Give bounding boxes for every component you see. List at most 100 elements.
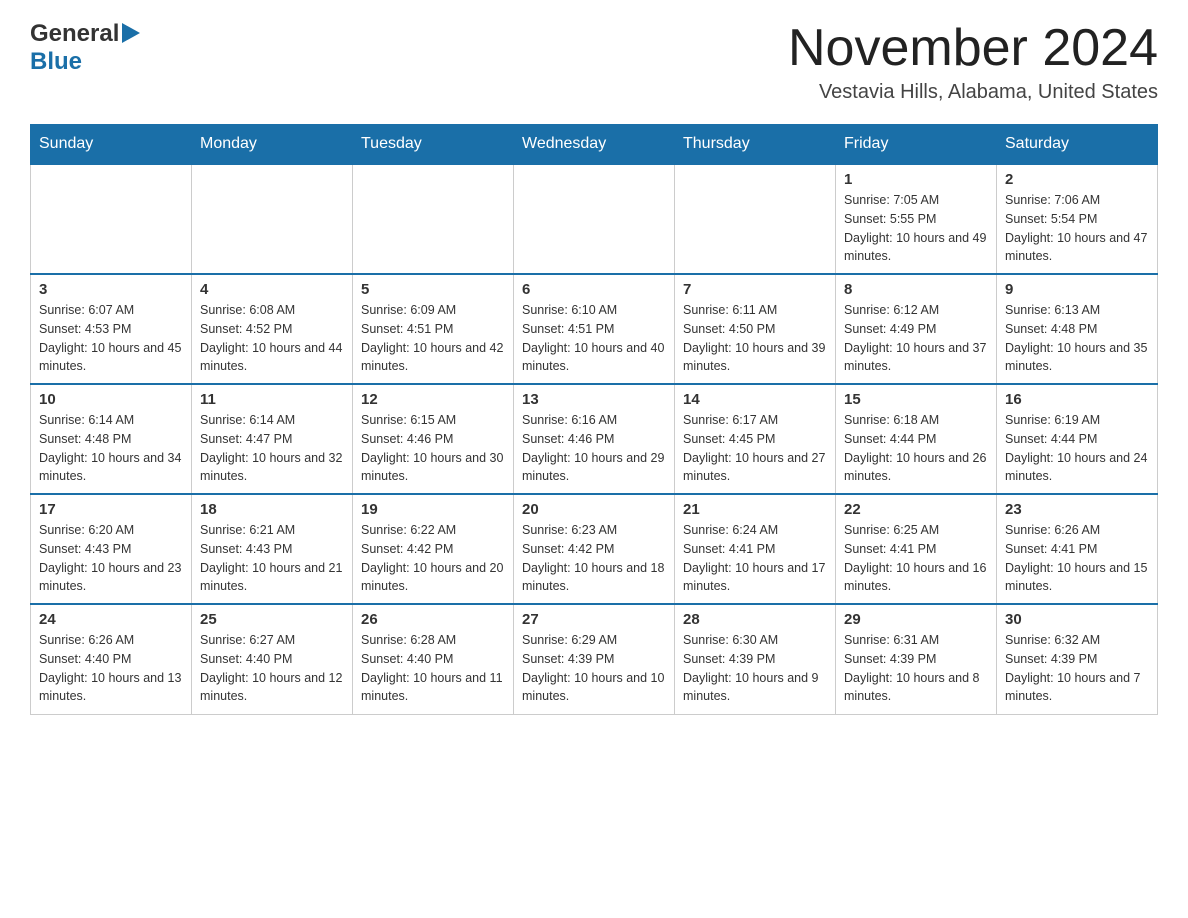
day-number: 28 — [683, 611, 827, 628]
day-info: Sunrise: 6:26 AMSunset: 4:40 PMDaylight:… — [39, 631, 183, 706]
day-info: Sunrise: 6:28 AMSunset: 4:40 PMDaylight:… — [361, 631, 505, 706]
calendar-cell: 14 Sunrise: 6:17 AMSunset: 4:45 PMDayligh… — [675, 384, 836, 494]
calendar-cell: 29 Sunrise: 6:31 AMSunset: 4:39 PMDayligh… — [836, 604, 997, 714]
day-info: Sunrise: 6:13 AMSunset: 4:48 PMDaylight:… — [1005, 301, 1149, 376]
day-info: Sunrise: 6:21 AMSunset: 4:43 PMDaylight:… — [200, 521, 344, 596]
day-number: 16 — [1005, 391, 1149, 408]
day-info: Sunrise: 7:05 AMSunset: 5:55 PMDaylight:… — [844, 191, 988, 266]
calendar-cell: 26 Sunrise: 6:28 AMSunset: 4:40 PMDayligh… — [353, 604, 514, 714]
day-info: Sunrise: 6:23 AMSunset: 4:42 PMDaylight:… — [522, 521, 666, 596]
day-info: Sunrise: 7:06 AMSunset: 5:54 PMDaylight:… — [1005, 191, 1149, 266]
calendar-cell: 25 Sunrise: 6:27 AMSunset: 4:40 PMDayligh… — [192, 604, 353, 714]
calendar-cell — [353, 164, 514, 274]
day-number: 27 — [522, 611, 666, 628]
calendar-cell: 23Sunrise: 6:26 AMSunset: 4:41 PMDayligh… — [997, 494, 1158, 604]
weekday-header-tuesday: Tuesday — [353, 125, 514, 165]
day-info: Sunrise: 6:27 AMSunset: 4:40 PMDaylight:… — [200, 631, 344, 706]
calendar-cell: 13 Sunrise: 6:16 AMSunset: 4:46 PMDayligh… — [514, 384, 675, 494]
calendar-cell: 8 Sunrise: 6:12 AMSunset: 4:49 PMDaylight… — [836, 274, 997, 384]
calendar-cell — [675, 164, 836, 274]
weekday-header-row: SundayMondayTuesdayWednesdayThursdayFrid… — [31, 125, 1158, 165]
week-row-4: 17Sunrise: 6:20 AMSunset: 4:43 PMDayligh… — [31, 494, 1158, 604]
week-row-2: 3Sunrise: 6:07 AMSunset: 4:53 PMDaylight… — [31, 274, 1158, 384]
month-title: November 2024 — [788, 20, 1158, 77]
day-info: Sunrise: 6:24 AMSunset: 4:41 PMDaylight:… — [683, 521, 827, 596]
calendar-cell: 24 Sunrise: 6:26 AMSunset: 4:40 PMDayligh… — [31, 604, 192, 714]
day-number: 15 — [844, 391, 988, 408]
day-info: Sunrise: 6:31 AMSunset: 4:39 PMDaylight:… — [844, 631, 988, 706]
calendar-cell: 22 Sunrise: 6:25 AMSunset: 4:41 PMDayligh… — [836, 494, 997, 604]
day-info: Sunrise: 6:19 AMSunset: 4:44 PMDaylight:… — [1005, 411, 1149, 486]
calendar-cell — [31, 164, 192, 274]
logo-triangle-icon — [122, 23, 140, 48]
logo-blue-text: Blue — [30, 48, 82, 75]
day-info: Sunrise: 6:30 AMSunset: 4:39 PMDaylight:… — [683, 631, 827, 706]
day-number: 11 — [200, 391, 344, 408]
day-number: 13 — [522, 391, 666, 408]
calendar-cell: 9Sunrise: 6:13 AMSunset: 4:48 PMDaylight… — [997, 274, 1158, 384]
day-info: Sunrise: 6:32 AMSunset: 4:39 PMDaylight:… — [1005, 631, 1149, 706]
calendar-cell: 6Sunrise: 6:10 AMSunset: 4:51 PMDaylight… — [514, 274, 675, 384]
weekday-header-wednesday: Wednesday — [514, 125, 675, 165]
day-number: 14 — [683, 391, 827, 408]
calendar-cell: 7Sunrise: 6:11 AMSunset: 4:50 PMDaylight… — [675, 274, 836, 384]
calendar-cell: 5Sunrise: 6:09 AMSunset: 4:51 PMDaylight… — [353, 274, 514, 384]
day-info: Sunrise: 6:07 AMSunset: 4:53 PMDaylight:… — [39, 301, 183, 376]
day-info: Sunrise: 6:22 AMSunset: 4:42 PMDaylight:… — [361, 521, 505, 596]
calendar-cell: 15 Sunrise: 6:18 AMSunset: 4:44 PMDayligh… — [836, 384, 997, 494]
day-info: Sunrise: 6:16 AMSunset: 4:46 PMDaylight:… — [522, 411, 666, 486]
calendar-table: SundayMondayTuesdayWednesdayThursdayFrid… — [30, 124, 1158, 715]
weekday-header-sunday: Sunday — [31, 125, 192, 165]
day-info: Sunrise: 6:09 AMSunset: 4:51 PMDaylight:… — [361, 301, 505, 376]
day-info: Sunrise: 6:12 AMSunset: 4:49 PMDaylight:… — [844, 301, 988, 376]
location-title: Vestavia Hills, Alabama, United States — [788, 81, 1158, 104]
day-number: 18 — [200, 501, 344, 518]
calendar-cell: 19Sunrise: 6:22 AMSunset: 4:42 PMDayligh… — [353, 494, 514, 604]
calendar-cell: 21 Sunrise: 6:24 AMSunset: 4:41 PMDayligh… — [675, 494, 836, 604]
weekday-header-saturday: Saturday — [997, 125, 1158, 165]
day-info: Sunrise: 6:14 AMSunset: 4:48 PMDaylight:… — [39, 411, 183, 486]
day-info: Sunrise: 6:29 AMSunset: 4:39 PMDaylight:… — [522, 631, 666, 706]
day-info: Sunrise: 6:20 AMSunset: 4:43 PMDaylight:… — [39, 521, 183, 596]
calendar-cell: 3Sunrise: 6:07 AMSunset: 4:53 PMDaylight… — [31, 274, 192, 384]
day-number: 30 — [1005, 611, 1149, 628]
day-info: Sunrise: 6:17 AMSunset: 4:45 PMDaylight:… — [683, 411, 827, 486]
day-number: 20 — [522, 501, 666, 518]
week-row-5: 24 Sunrise: 6:26 AMSunset: 4:40 PMDayligh… — [31, 604, 1158, 714]
day-number: 1 — [844, 171, 988, 188]
day-number: 26 — [361, 611, 505, 628]
weekday-header-thursday: Thursday — [675, 125, 836, 165]
calendar-cell: 20 Sunrise: 6:23 AMSunset: 4:42 PMDayligh… — [514, 494, 675, 604]
calendar-cell: 18 Sunrise: 6:21 AMSunset: 4:43 PMDayligh… — [192, 494, 353, 604]
day-number: 4 — [200, 281, 344, 298]
day-number: 23 — [1005, 501, 1149, 518]
day-number: 25 — [200, 611, 344, 628]
day-info: Sunrise: 6:25 AMSunset: 4:41 PMDaylight:… — [844, 521, 988, 596]
calendar-cell: 30 Sunrise: 6:32 AMSunset: 4:39 PMDayligh… — [997, 604, 1158, 714]
logo: General Blue — [30, 20, 140, 76]
day-number: 24 — [39, 611, 183, 628]
day-number: 8 — [844, 281, 988, 298]
calendar-cell: 4 Sunrise: 6:08 AMSunset: 4:52 PMDaylight… — [192, 274, 353, 384]
calendar-cell: 16 Sunrise: 6:19 AMSunset: 4:44 PMDayligh… — [997, 384, 1158, 494]
day-info: Sunrise: 6:18 AMSunset: 4:44 PMDaylight:… — [844, 411, 988, 486]
day-info: Sunrise: 6:11 AMSunset: 4:50 PMDaylight:… — [683, 301, 827, 376]
header: General Blue November 2024 Vestavia Hill… — [30, 20, 1158, 104]
day-info: Sunrise: 6:15 AMSunset: 4:46 PMDaylight:… — [361, 411, 505, 486]
day-info: Sunrise: 6:08 AMSunset: 4:52 PMDaylight:… — [200, 301, 344, 376]
calendar-cell: 27 Sunrise: 6:29 AMSunset: 4:39 PMDayligh… — [514, 604, 675, 714]
day-info: Sunrise: 6:14 AMSunset: 4:47 PMDaylight:… — [200, 411, 344, 486]
day-number: 22 — [844, 501, 988, 518]
calendar-cell — [192, 164, 353, 274]
week-row-3: 10Sunrise: 6:14 AMSunset: 4:48 PMDayligh… — [31, 384, 1158, 494]
weekday-header-monday: Monday — [192, 125, 353, 165]
day-number: 12 — [361, 391, 505, 408]
calendar-cell: 17Sunrise: 6:20 AMSunset: 4:43 PMDayligh… — [31, 494, 192, 604]
logo-general-text: General — [30, 20, 119, 48]
day-number: 21 — [683, 501, 827, 518]
calendar-cell: 11 Sunrise: 6:14 AMSunset: 4:47 PMDayligh… — [192, 384, 353, 494]
calendar-cell: 12 Sunrise: 6:15 AMSunset: 4:46 PMDayligh… — [353, 384, 514, 494]
calendar-cell: 2Sunrise: 7:06 AMSunset: 5:54 PMDaylight… — [997, 164, 1158, 274]
day-number: 29 — [844, 611, 988, 628]
calendar-cell: 28 Sunrise: 6:30 AMSunset: 4:39 PMDayligh… — [675, 604, 836, 714]
